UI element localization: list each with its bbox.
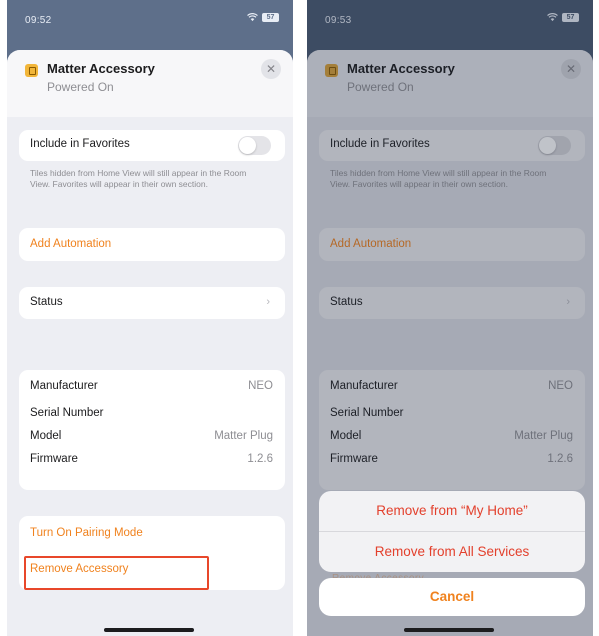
remove-from-all-services-button[interactable]: Remove from All Services	[319, 532, 585, 572]
cancel-button[interactable]: Cancel	[319, 578, 585, 616]
phone-screen-before: 09:52 57 Matter Accessory Powered On ✕ I…	[7, 0, 293, 636]
info-value: NEO	[248, 380, 273, 392]
status-label: Status	[30, 296, 63, 308]
info-label: Firmware	[30, 453, 78, 465]
automation-card: Add Automation	[19, 228, 285, 261]
info-card: Manufacturer NEO Serial Number Model Mat…	[19, 370, 285, 490]
status-icons: 57	[247, 13, 279, 22]
close-button[interactable]: ✕	[261, 59, 281, 79]
accessory-settings-sheet: Matter Accessory Powered On ✕ Include in…	[7, 50, 293, 636]
toggle-knob	[239, 137, 256, 154]
info-value: Matter Plug	[214, 430, 273, 442]
info-value: 1.2.6	[247, 453, 273, 465]
status-card: Status ›	[19, 287, 285, 319]
accessory-status: Powered On	[47, 80, 114, 94]
plug-accessory-icon	[25, 64, 38, 77]
pairing-mode-button[interactable]: Turn On Pairing Mode	[30, 527, 143, 539]
home-indicator	[404, 628, 494, 632]
info-label: Model	[30, 430, 62, 442]
info-row-firmware: Firmware 1.2.6	[19, 449, 285, 472]
status-bar: 09:52 57	[7, 0, 293, 44]
status-time: 09:52	[25, 15, 52, 26]
chevron-right-icon: ›	[266, 296, 270, 308]
favorites-label: Include in Favorites	[30, 138, 130, 150]
info-label: Serial Number	[30, 407, 104, 419]
home-indicator	[104, 628, 194, 632]
wifi-icon	[247, 13, 258, 22]
favorites-toggle[interactable]	[238, 136, 271, 155]
info-row-model: Model Matter Plug	[19, 426, 285, 449]
close-icon: ✕	[265, 62, 277, 76]
phone-screen-after: 09:53 57 Matter Accessory Powered On ✕ I…	[307, 0, 593, 636]
remove-from-home-button[interactable]: Remove from “My Home”	[319, 491, 585, 531]
favorites-note: Tiles hidden from Home View will still a…	[30, 168, 247, 189]
battery-icon: 57	[262, 13, 279, 22]
add-automation-row[interactable]: Add Automation	[19, 228, 285, 261]
status-row[interactable]: Status ›	[19, 287, 285, 319]
favorites-row[interactable]: Include in Favorites	[19, 130, 285, 161]
info-label: Manufacturer	[30, 380, 98, 392]
favorites-card: Include in Favorites	[19, 130, 285, 161]
remove-accessory-highlight	[24, 556, 209, 590]
info-row-serial: Serial Number	[19, 403, 285, 426]
action-sheet: Remove from “My Home” Remove from All Se…	[319, 491, 585, 572]
pairing-mode-row[interactable]: Turn On Pairing Mode	[19, 516, 285, 553]
add-automation-button[interactable]: Add Automation	[30, 238, 111, 250]
accessory-title: Matter Accessory	[47, 61, 155, 76]
sheet-header: Matter Accessory Powered On ✕	[7, 50, 293, 117]
info-row-manufacturer: Manufacturer NEO	[19, 376, 285, 403]
